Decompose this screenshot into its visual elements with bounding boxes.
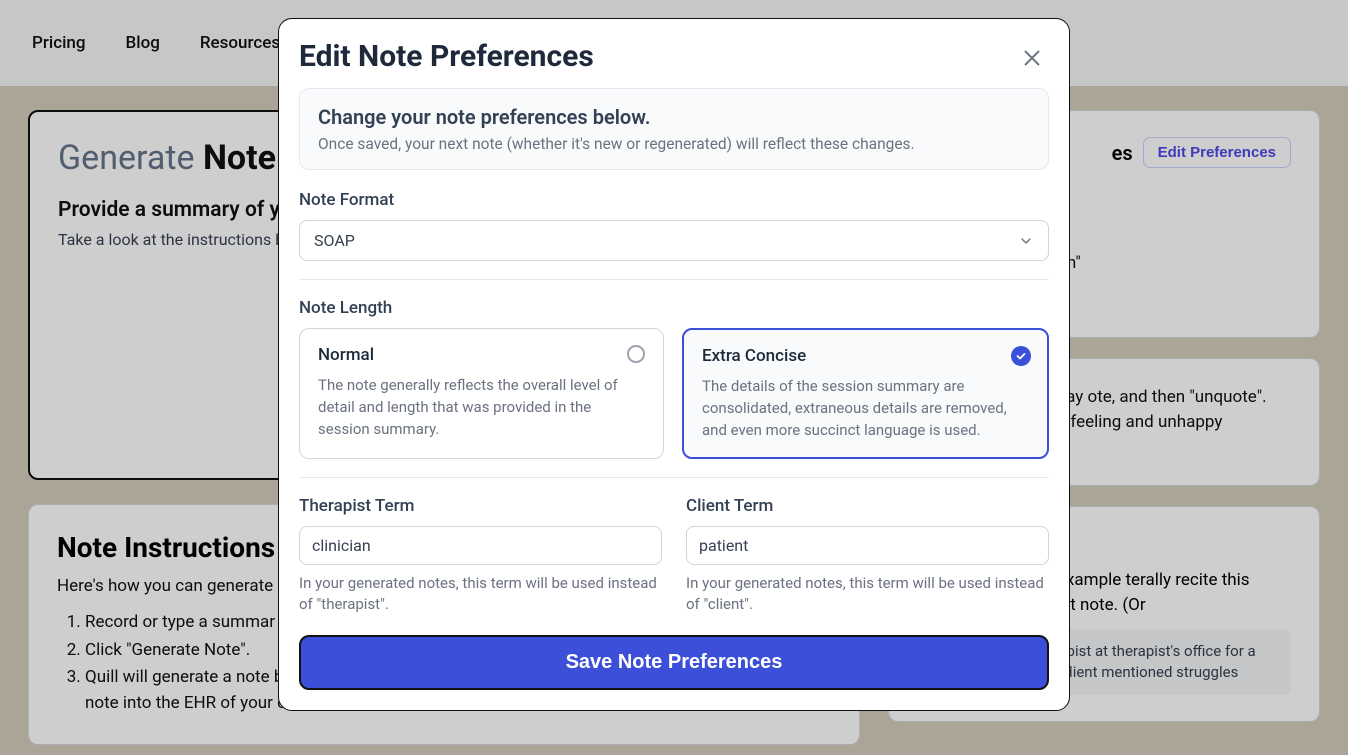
info-sub: Once saved, your next note (whether it's… (318, 135, 1030, 153)
info-box: Change your note preferences below. Once… (299, 88, 1049, 170)
radio-unselected-icon (627, 345, 647, 365)
option-desc: The note generally reflects the overall … (318, 375, 645, 440)
client-help: In your generated notes, this term will … (686, 573, 1049, 615)
therapist-help: In your generated notes, this term will … (299, 573, 662, 615)
client-label: Client Term (686, 496, 1049, 516)
chevron-down-icon (1018, 233, 1034, 249)
divider (299, 477, 1049, 478)
modal-title: Edit Note Preferences (299, 39, 594, 74)
client-input[interactable] (686, 526, 1049, 565)
edit-preferences-modal: Edit Note Preferences Change your note p… (278, 18, 1070, 711)
length-option-extra-concise[interactable]: Extra Concise The details of the session… (682, 328, 1049, 459)
format-value: SOAP (314, 231, 355, 250)
therapist-label: Therapist Term (299, 496, 662, 516)
therapist-input[interactable] (299, 526, 662, 565)
format-select[interactable]: SOAP (299, 220, 1049, 261)
length-label: Note Length (299, 298, 1049, 318)
format-label: Note Format (299, 190, 1049, 210)
option-title: Normal (318, 345, 645, 365)
option-desc: The details of the session summary are c… (702, 376, 1029, 441)
save-button[interactable]: Save Note Preferences (299, 635, 1049, 690)
divider (299, 279, 1049, 280)
close-icon[interactable] (1021, 47, 1043, 69)
radio-selected-icon (1011, 346, 1031, 366)
info-title: Change your note preferences below. (318, 105, 1030, 129)
length-option-normal[interactable]: Normal The note generally reflects the o… (299, 328, 664, 459)
option-title: Extra Concise (702, 346, 1029, 366)
